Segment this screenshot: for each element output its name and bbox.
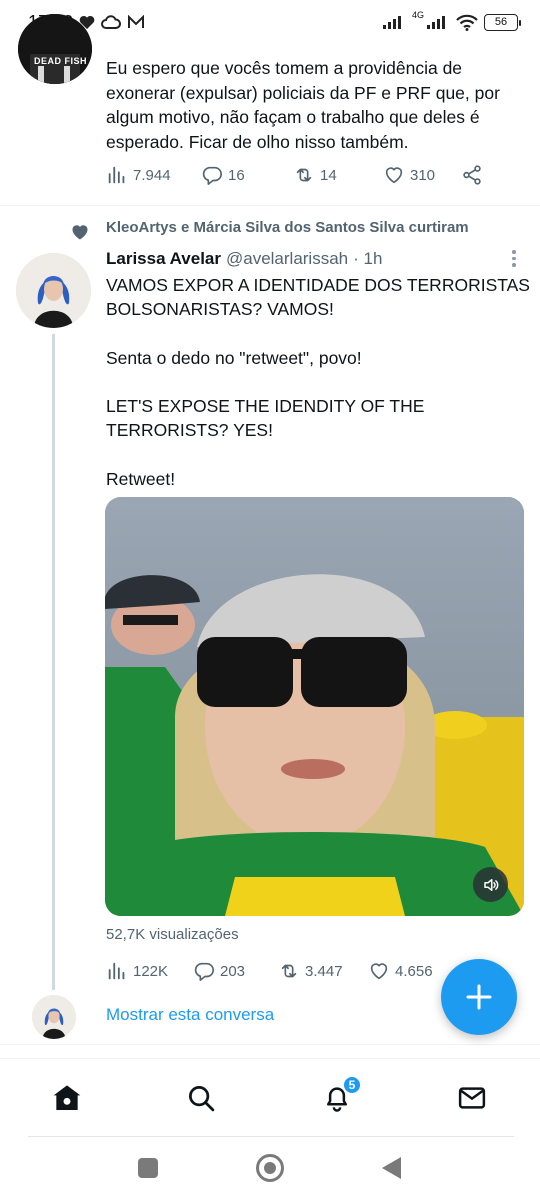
author-handle[interactable]: @avelarlarissah bbox=[226, 249, 348, 269]
tweet-text: Eu espero que vocês tomem a providência … bbox=[106, 58, 500, 152]
reply-icon bbox=[194, 962, 214, 981]
thread-line bbox=[52, 334, 55, 990]
retweet-count: 3.447 bbox=[305, 962, 343, 980]
reply-count: 16 bbox=[228, 166, 245, 184]
nav-home[interactable] bbox=[50, 1081, 84, 1115]
system-home-button[interactable] bbox=[256, 1154, 284, 1182]
liked-by-text: KleoArtys e Márcia Silva dos Santos Silv… bbox=[106, 219, 469, 236]
show-conversation-link[interactable]: Mostrar esta conversa bbox=[106, 1005, 274, 1025]
views-button[interactable]: 122K bbox=[106, 960, 193, 982]
like-count: 310 bbox=[410, 166, 436, 184]
retweet-icon bbox=[296, 168, 312, 182]
retweet-icon bbox=[281, 964, 297, 978]
speaker-icon bbox=[483, 878, 498, 891]
reply-icon bbox=[202, 166, 222, 185]
tweet-text: VAMOS EXPOR A IDENTIDADE DOS TERRORISTAS… bbox=[106, 275, 530, 489]
tweet-header: Larissa Avelar @avelarlarissah · 1h bbox=[106, 249, 382, 269]
heart-icon bbox=[385, 167, 403, 184]
social-context[interactable]: KleoArtys e Márcia Silva dos Santos Silv… bbox=[0, 218, 540, 242]
author-name[interactable]: Larissa Avelar bbox=[106, 249, 221, 269]
tweet-actions: 122K 203 3.447 4.656 bbox=[106, 960, 486, 982]
analytics-icon bbox=[108, 166, 125, 184]
video-media[interactable] bbox=[105, 497, 524, 916]
share-icon bbox=[463, 165, 481, 185]
views-label: 52,7K visualizações bbox=[106, 926, 239, 943]
notification-badge: 5 bbox=[342, 1075, 362, 1095]
compose-button[interactable] bbox=[441, 959, 517, 1035]
avatar[interactable] bbox=[16, 253, 91, 328]
reply-button[interactable]: 203 bbox=[193, 960, 278, 982]
analytics-icon bbox=[108, 962, 125, 980]
views-button[interactable]: 7.944 bbox=[106, 164, 201, 186]
envelope-icon bbox=[458, 1087, 486, 1109]
tweet-time: · 1h bbox=[353, 249, 383, 268]
views-count: 7.944 bbox=[133, 166, 171, 184]
plus-icon bbox=[466, 984, 492, 1010]
divider bbox=[0, 1044, 540, 1045]
avatar[interactable] bbox=[32, 995, 76, 1039]
recent-apps-button[interactable] bbox=[138, 1158, 158, 1178]
nav-messages[interactable] bbox=[455, 1081, 489, 1115]
retweet-button[interactable]: 14 bbox=[293, 164, 383, 186]
like-count: 4.656 bbox=[395, 962, 433, 980]
like-button[interactable]: 4.656 bbox=[368, 960, 453, 982]
search-icon bbox=[189, 1086, 215, 1112]
retweet-count: 14 bbox=[320, 166, 337, 184]
share-button[interactable] bbox=[461, 164, 483, 186]
divider bbox=[28, 1136, 514, 1137]
system-navigation bbox=[0, 1140, 540, 1200]
reply-count: 203 bbox=[220, 962, 246, 980]
system-back-button[interactable] bbox=[382, 1157, 401, 1179]
like-button[interactable]: 310 bbox=[383, 164, 461, 186]
avatar[interactable]: DEAD FISH bbox=[18, 14, 92, 84]
nav-notifications[interactable]: 5 bbox=[320, 1075, 362, 1115]
nav-search[interactable] bbox=[184, 1081, 218, 1115]
reply-button[interactable]: 16 bbox=[201, 164, 293, 186]
previous-tweet[interactable]: DEAD FISH Eu espero que vocês tomem a pr… bbox=[0, 0, 540, 206]
tweet-actions: 7.944 16 14 310 bbox=[106, 164, 486, 186]
views-count: 122K bbox=[133, 962, 169, 980]
avatar-shirt-text: DEAD FISH bbox=[34, 56, 88, 66]
home-icon bbox=[53, 1085, 81, 1110]
heart-icon bbox=[370, 963, 388, 980]
more-options-icon[interactable] bbox=[512, 250, 518, 270]
sound-button[interactable] bbox=[473, 867, 508, 902]
bottom-navigation: 5 bbox=[0, 1058, 540, 1136]
heart-filled-icon bbox=[72, 225, 88, 240]
retweet-button[interactable]: 3.447 bbox=[278, 960, 368, 982]
